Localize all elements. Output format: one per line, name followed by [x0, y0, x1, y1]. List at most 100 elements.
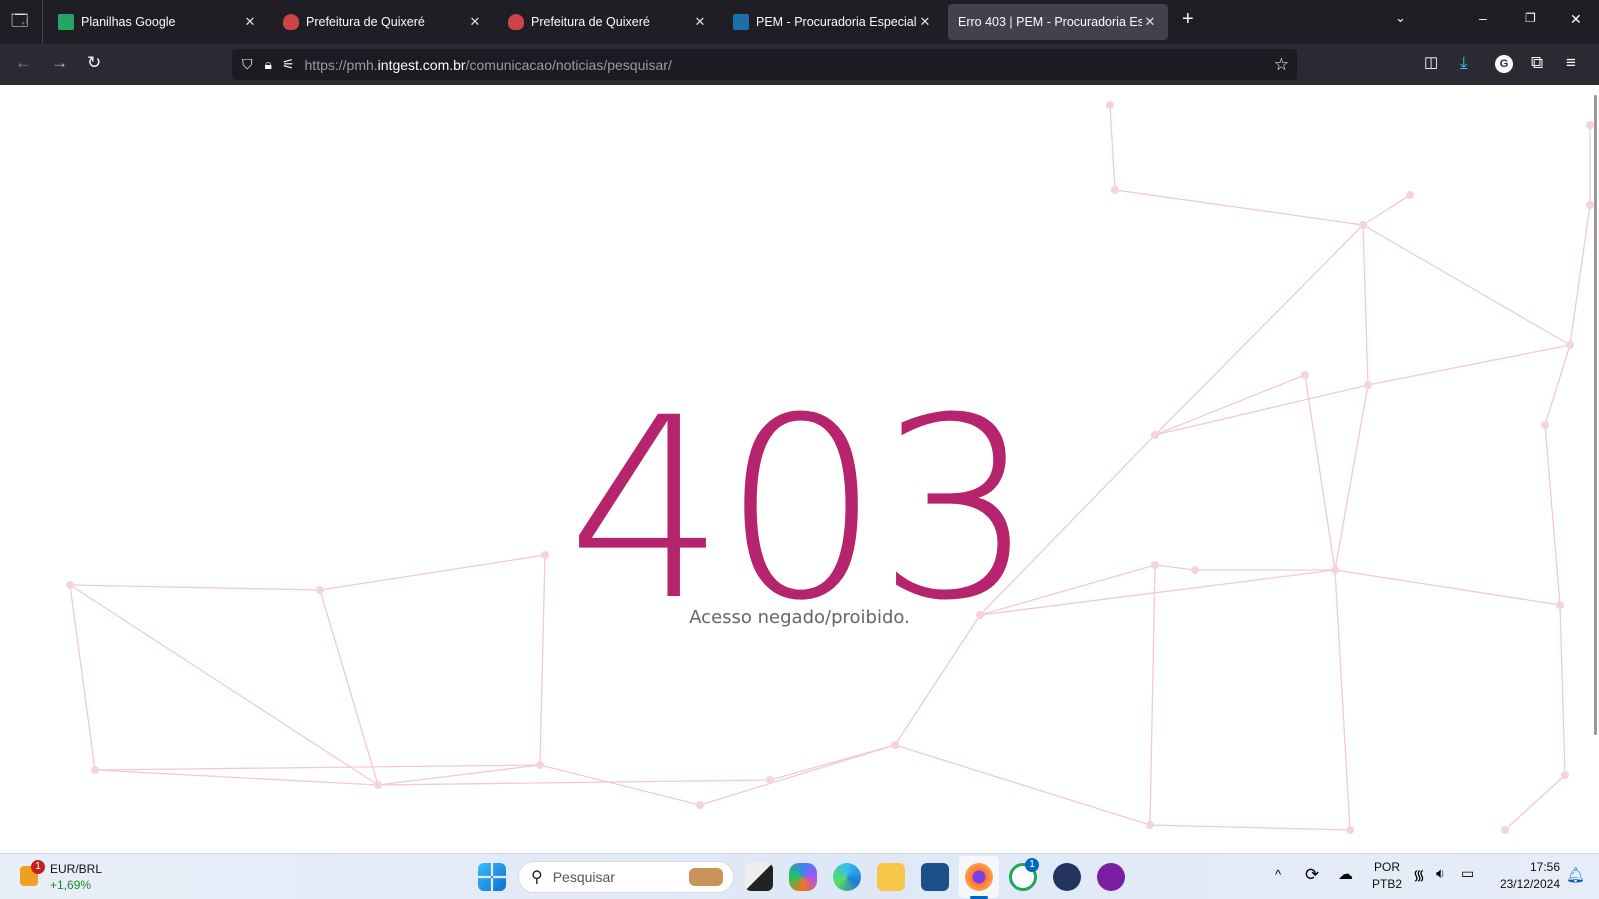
network-node: [696, 801, 704, 809]
network-node: [1346, 826, 1354, 834]
coat-of-arms-icon: [283, 14, 299, 30]
close-icon[interactable]: ✕: [242, 14, 258, 30]
tab-title: Planilhas Google: [81, 15, 176, 29]
volume-icon[interactable]: 🔉︎: [1436, 865, 1445, 882]
edge-icon[interactable]: [833, 863, 861, 891]
scrollbar[interactable]: [1594, 95, 1597, 735]
network-line: [377, 764, 541, 786]
extensions-icon[interactable]: ⧉: [1531, 53, 1543, 73]
google-sheets-icon: [58, 14, 74, 30]
tab-list-icon[interactable]: 🗔: [11, 10, 28, 37]
url-prefix: https://pmh.: [304, 56, 378, 73]
error-code: 403: [566, 364, 1036, 655]
forward-icon[interactable]: →: [51, 53, 68, 73]
network-line: [1109, 104, 1116, 191]
network-node: [1501, 826, 1509, 834]
reload-icon[interactable]: ↻: [87, 53, 101, 73]
tab-title: Prefeitura de Quixeré: [531, 15, 650, 29]
network-line: [1504, 774, 1566, 831]
close-icon[interactable]: ✕: [692, 14, 708, 30]
chevron-down-icon[interactable]: ⌄: [1395, 10, 1406, 26]
search-placeholder: Pesquisar: [552, 869, 615, 885]
widget-badge: 1: [31, 860, 45, 874]
network-node: [1586, 121, 1594, 129]
tab-title: Prefeitura de Quixeré: [306, 15, 425, 29]
tab-bar: 🗔 Planilhas Google ✕ Prefeitura de Quixer…: [0, 0, 1599, 44]
network-node: [891, 741, 899, 749]
permissions-icon[interactable]: ⚟: [282, 56, 295, 73]
close-window-icon[interactable]: ✕: [1570, 11, 1582, 28]
network-line: [769, 744, 896, 781]
app-clock-icon[interactable]: [1053, 863, 1081, 891]
network-node: [1111, 186, 1119, 194]
whatsapp-badge: 1: [1025, 858, 1039, 872]
back-icon[interactable]: ←: [15, 53, 32, 73]
network-node: [1359, 221, 1367, 229]
url-host: intgest.com.br: [377, 56, 466, 73]
network-line: [1362, 224, 1369, 386]
lang-line2: PTB2: [1372, 877, 1403, 891]
network-node: [1566, 341, 1574, 349]
url-text[interactable]: https://pmh.intgest.com.br/comunicacao/n…: [305, 57, 672, 73]
wifi-icon[interactable]: ᯾: [1413, 866, 1425, 885]
tab-erro-403[interactable]: Erro 403 | PEM - Procuradoria Especial✕: [948, 4, 1168, 40]
pem-icon: [733, 14, 749, 30]
tab-planilhas[interactable]: Planilhas Google ✕: [48, 4, 268, 40]
divider: [42, 0, 43, 44]
task-view-icon[interactable]: [745, 863, 773, 891]
error-message: Acesso negado/proibido.: [689, 607, 910, 628]
search-icon: ⚲: [531, 869, 543, 886]
network-line: [1362, 224, 1571, 346]
lang-line1: POR: [1374, 860, 1401, 874]
close-icon[interactable]: ✕: [917, 14, 933, 30]
fruitcake-icon: [689, 868, 723, 886]
network-line: [894, 744, 1151, 826]
notification-bell-icon[interactable]: 🔔︎: [1566, 866, 1585, 884]
navigation-bar: ← → ↻ ⛉ 🔒︎ ⚟ https://pmh.intgest.com.br/…: [0, 44, 1599, 85]
tab-pem[interactable]: PEM - Procuradoria Especial da ✕: [723, 4, 943, 40]
coat-of-arms-icon: [508, 14, 524, 30]
microsoft-store-icon[interactable]: [921, 863, 949, 891]
address-bar[interactable]: ⛉ 🔒︎ ⚟ https://pmh.intgest.com.br/comuni…: [232, 49, 1297, 80]
download-icon[interactable]: ⤓: [1460, 53, 1468, 73]
battery-icon[interactable]: ▭: [1461, 865, 1474, 882]
clock[interactable]: 17:56 23/12/2024: [1492, 860, 1560, 891]
tab-title: PEM - Procuradoria Especial da: [756, 15, 917, 29]
onedrive-icon[interactable]: ☁: [1338, 865, 1353, 883]
close-icon[interactable]: ✕: [1142, 14, 1158, 30]
minimize-icon[interactable]: –: [1479, 10, 1487, 26]
taskbar: 1 EUR/BRL +1,69% ⚲ Pesquisar 1 ^ ⟳ ☁ POR P…: [0, 853, 1599, 899]
network-node: [1406, 191, 1414, 199]
network-line: [94, 769, 379, 786]
chevron-up-icon[interactable]: ^: [1275, 867, 1281, 882]
weather-widget[interactable]: 1 EUR/BRL +1,69%: [18, 860, 102, 894]
firefox-icon[interactable]: [965, 863, 993, 891]
network-line: [1367, 344, 1571, 386]
time: 17:56: [1529, 860, 1560, 874]
menu-icon[interactable]: ≡: [1566, 53, 1576, 73]
app-purple-icon[interactable]: [1097, 863, 1125, 891]
restore-icon[interactable]: ❐: [1525, 11, 1536, 25]
network-node: [536, 761, 544, 769]
new-tab-button[interactable]: +: [1182, 8, 1194, 31]
lock-icon[interactable]: 🔒︎: [265, 56, 272, 73]
tab-prefeitura-1[interactable]: Prefeitura de Quixeré ✕: [273, 4, 493, 40]
network-line: [699, 744, 896, 806]
shield-icon[interactable]: ⛉: [242, 56, 253, 73]
windows-start-icon[interactable]: [478, 863, 506, 891]
copilot-icon[interactable]: [789, 863, 817, 891]
file-explorer-icon[interactable]: [877, 863, 905, 891]
close-icon[interactable]: ✕: [467, 14, 483, 30]
language-indicator[interactable]: POR PTB2: [1372, 860, 1402, 891]
widget-label: EUR/BRL: [50, 862, 103, 876]
network-node: [1146, 821, 1154, 829]
network-line: [94, 764, 541, 771]
account-avatar[interactable]: G: [1495, 55, 1513, 73]
sync-icon[interactable]: ⟳: [1305, 865, 1319, 885]
taskbar-search[interactable]: ⚲ Pesquisar: [518, 861, 734, 893]
network-line: [377, 779, 771, 786]
tab-prefeitura-2[interactable]: Prefeitura de Quixeré ✕: [498, 4, 718, 40]
pocket-icon[interactable]: ◫: [1424, 53, 1438, 71]
bookmark-star-icon[interactable]: ☆: [1274, 55, 1289, 75]
network-line: [1362, 194, 1411, 226]
